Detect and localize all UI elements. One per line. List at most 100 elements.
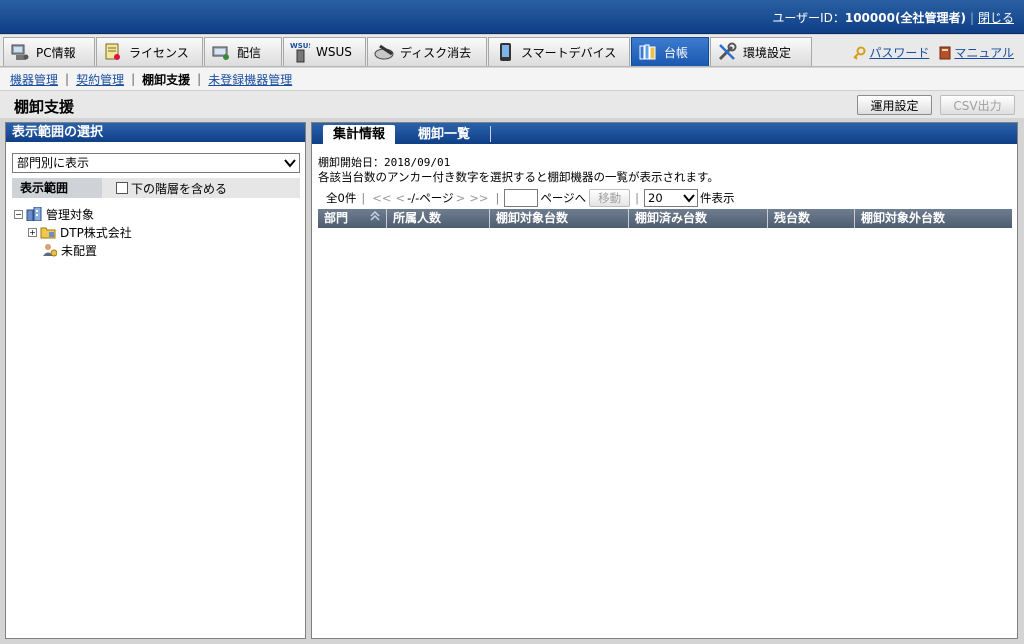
folder-icon (40, 227, 56, 239)
tab-label: 環境設定 (743, 45, 792, 60)
tree-node-company[interactable]: + DTP株式会社 (14, 223, 132, 241)
manual-link[interactable]: マニュアル (939, 44, 1014, 61)
chevron-down-icon (284, 156, 296, 175)
col-member-count[interactable]: 所属人数 (387, 209, 490, 228)
tree-label: DTP株式会社 (60, 225, 132, 240)
scope-label: 表示範囲 (12, 178, 102, 198)
move-button[interactable]: 移動 (589, 189, 631, 207)
pc-icon (10, 42, 30, 62)
subnav-device-management[interactable]: 機器管理 (10, 71, 58, 88)
col-department[interactable]: 部門 (318, 209, 387, 228)
goto-label: ページへ (540, 191, 587, 205)
select-value: 部門別に表示 (17, 156, 90, 170)
tab-label: スマートデバイス (521, 45, 617, 60)
smartphone-icon (495, 42, 515, 62)
tab-label: PC情報 (36, 45, 76, 60)
per-page-suffix: 件表示 (700, 191, 735, 205)
separator: | (361, 191, 366, 205)
subnav-unregistered-devices[interactable]: 未登録機器管理 (208, 71, 292, 88)
last-page-button[interactable]: >> (469, 191, 488, 205)
inventory-info: 棚卸開始日：2018/09/01 各該当台数のアンカー付き数字を選択すると棚卸機… (318, 155, 719, 185)
page-number-input[interactable] (504, 189, 539, 207)
user-id: 100000(全社管理者) (844, 11, 966, 25)
panel-header: 表示範囲の選択 (6, 123, 305, 142)
tab-label: 配信 (237, 45, 262, 60)
tab-environment-settings[interactable]: 環境設定 (710, 37, 812, 66)
top-header: ユーザーID：100000(全社管理者) | 閉じる (0, 0, 1024, 34)
ledger-icon (638, 42, 658, 62)
tab-label: 台帳 (664, 45, 689, 60)
tree-node-unassigned[interactable]: 未配置 (14, 241, 132, 259)
svg-text:WSUS: WSUS (290, 42, 310, 50)
pager: 全0件 | << < -/-ページ > >> | ページへ 移動 | 20 件表… (318, 188, 735, 208)
chevron-down-icon (683, 191, 695, 209)
book-icon (939, 46, 951, 59)
col-target-count[interactable]: 棚卸対象台数 (490, 209, 629, 228)
tab-smart-device[interactable]: スマートデバイス (488, 37, 630, 66)
separator: | (635, 191, 640, 205)
expand-icon[interactable]: + (28, 227, 37, 237)
tab-disk-erase[interactable]: ディスク消去 (367, 37, 487, 66)
key-icon (853, 46, 866, 60)
operation-settings-button[interactable]: 運用設定 (857, 95, 932, 115)
tree-label: 未配置 (61, 243, 98, 258)
prev-page-button[interactable]: < (395, 191, 405, 205)
user-label: ユーザーID： (772, 11, 845, 25)
main-tab-bar: PC情報 ライセンス 配信 WSUS WSUS ディスク消去 スマートデバイス (0, 35, 1024, 67)
separator: | (495, 191, 500, 205)
sort-ascending-icon[interactable] (370, 209, 380, 229)
page-header: 棚卸支援 運用設定 CSV出力 (0, 90, 1024, 118)
settings-icon (717, 42, 737, 62)
password-label: パスワード (869, 46, 930, 60)
logout-link[interactable]: 閉じる (978, 11, 1014, 25)
page-info: -/-ページ (407, 191, 454, 205)
license-icon (103, 42, 123, 62)
tab-divider (490, 126, 491, 142)
content-panel: 集計情報 棚卸一覧 棚卸開始日：2018/09/01 各該当台数のアンカー付き数… (311, 122, 1018, 639)
page-title: 棚卸支援 (14, 98, 75, 116)
subnav-inventory-support: 棚卸支援 (142, 72, 191, 87)
tree-label: 管理対象 (46, 207, 95, 222)
csv-export-button[interactable]: CSV出力 (940, 95, 1015, 115)
user-info: ユーザーID：100000(全社管理者) | 閉じる (772, 9, 1014, 26)
tree-node-root[interactable]: − 管理対象 (14, 205, 132, 223)
tab-pc-info[interactable]: PC情報 (3, 37, 95, 66)
checkbox-box[interactable] (116, 182, 128, 194)
first-page-button[interactable]: << (372, 191, 391, 205)
content-tabs: 集計情報 棚卸一覧 (312, 123, 1017, 144)
sub-navigation: 機器管理 | 契約管理 | 棚卸支援 | 未登録機器管理 (0, 68, 1024, 90)
per-page-value: 20 (648, 191, 663, 205)
column-label: 部門 (324, 211, 349, 225)
table-header: 部門 所属人数 棚卸対象台数 棚卸済み台数 残台数 棚卸対象外台数 (318, 209, 1012, 228)
tab-summary[interactable]: 集計情報 (323, 125, 396, 144)
checkbox-label: 下の階層を含める (131, 181, 228, 196)
tab-label: WSUS (316, 45, 352, 59)
separator: | (197, 72, 202, 86)
separator: | (131, 72, 136, 86)
subnav-contract-management[interactable]: 契約管理 (76, 71, 124, 88)
tab-label: ライセンス (129, 45, 189, 60)
include-sub-checkbox[interactable]: 下の階層を含める (116, 180, 227, 197)
collapse-icon[interactable]: − (14, 209, 23, 219)
manual-label: マニュアル (954, 46, 1014, 60)
user-unassigned-icon (43, 244, 57, 257)
col-remaining-count[interactable]: 残台数 (768, 209, 855, 228)
tab-ledger[interactable]: 台帳 (631, 37, 709, 66)
header-links: パスワード マニュアル (852, 44, 1014, 61)
disk-erase-icon (374, 42, 394, 62)
tab-delivery[interactable]: 配信 (204, 37, 282, 66)
per-page-select[interactable]: 20 (644, 189, 699, 209)
separator: | (65, 72, 70, 86)
wsus-icon: WSUS (290, 42, 310, 63)
tab-license[interactable]: ライセンス (96, 37, 203, 66)
col-done-count[interactable]: 棚卸済み台数 (629, 209, 768, 228)
org-tree: − 管理対象 + DTP株式会社 未配置 (14, 205, 132, 259)
start-date: 棚卸開始日：2018/09/01 (318, 156, 451, 169)
tab-inventory-list[interactable]: 棚卸一覧 (408, 125, 480, 144)
tab-label: ディスク消去 (400, 45, 472, 60)
tab-wsus[interactable]: WSUS WSUS (283, 37, 366, 66)
next-page-button[interactable]: > (456, 191, 466, 205)
display-mode-select[interactable]: 部門別に表示 (12, 153, 300, 173)
password-link[interactable]: パスワード (852, 44, 929, 61)
col-excluded-count[interactable]: 棚卸対象外台数 (855, 209, 1012, 228)
